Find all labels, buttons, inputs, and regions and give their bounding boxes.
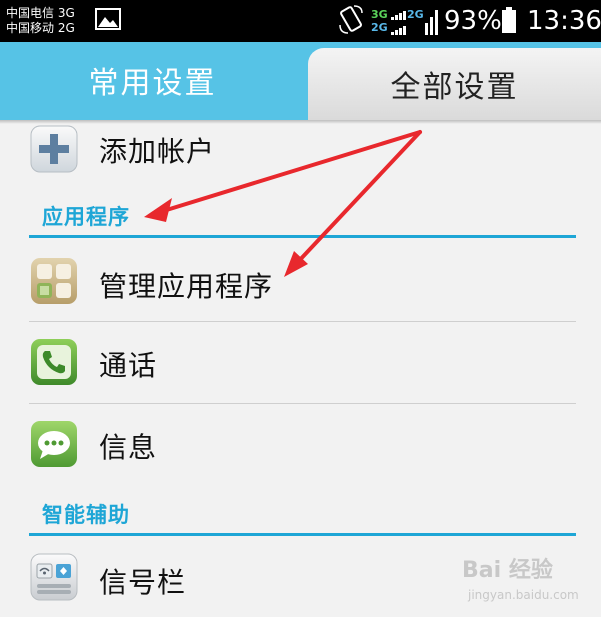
messages-label: 信息 <box>99 431 158 464</box>
carrier-1: 中国电信 3G <box>6 6 75 20</box>
section-divider-accessibility <box>29 533 576 536</box>
section-title-apps: 应用程序 <box>42 205 130 229</box>
battery-percent: 93% <box>444 6 502 36</box>
image-icon <box>95 8 121 30</box>
add-icon <box>30 125 78 173</box>
rotate-icon <box>339 5 363 34</box>
network-type: 3G 2G <box>371 8 388 34</box>
tab-all-settings[interactable]: 全部设置 <box>308 48 601 120</box>
watermark-url: jingyan.baidu.com <box>468 588 579 602</box>
network-label-1: 3G <box>371 8 388 21</box>
notification-bar-label: 信号栏 <box>99 566 187 599</box>
list-item-manage-apps[interactable]: 管理应用程序 <box>0 239 601 321</box>
watermark: Bai 经验 jingyan.baidu.com <box>462 552 597 612</box>
app-grid-icon <box>31 258 77 304</box>
network-label-3: 2G <box>407 8 424 21</box>
phone-icon <box>31 339 77 385</box>
add-account-label: 添加帐户 <box>99 135 216 168</box>
section-title-accessibility: 智能辅助 <box>42 503 130 527</box>
section-divider-apps <box>29 235 576 238</box>
toggle-panel-icon <box>30 553 78 601</box>
clock: 13:36 <box>527 6 601 36</box>
message-icon <box>31 421 77 467</box>
tab-common-settings[interactable]: 常用设置 <box>0 42 305 118</box>
calls-label: 通话 <box>99 349 158 382</box>
battery-icon <box>502 7 516 33</box>
list-item-calls[interactable]: 通话 <box>0 322 601 403</box>
status-bar: 中国电信 3G 中国移动 2G 3G 2G 2G 93% 13:36 <box>0 0 601 42</box>
carrier-2: 中国移动 2G <box>6 21 75 35</box>
tab-bar: 常用设置 全部设置 <box>0 42 601 120</box>
list-item-add-account[interactable]: 添加帐户 <box>0 124 601 190</box>
watermark-brand: Bai 经验 <box>462 558 553 583</box>
network-label-2: 2G <box>371 21 388 34</box>
list-item-messages[interactable]: 信息 <box>0 404 601 485</box>
carrier-info: 中国电信 3G 中国移动 2G <box>6 6 75 36</box>
manage-apps-label: 管理应用程序 <box>99 270 274 303</box>
